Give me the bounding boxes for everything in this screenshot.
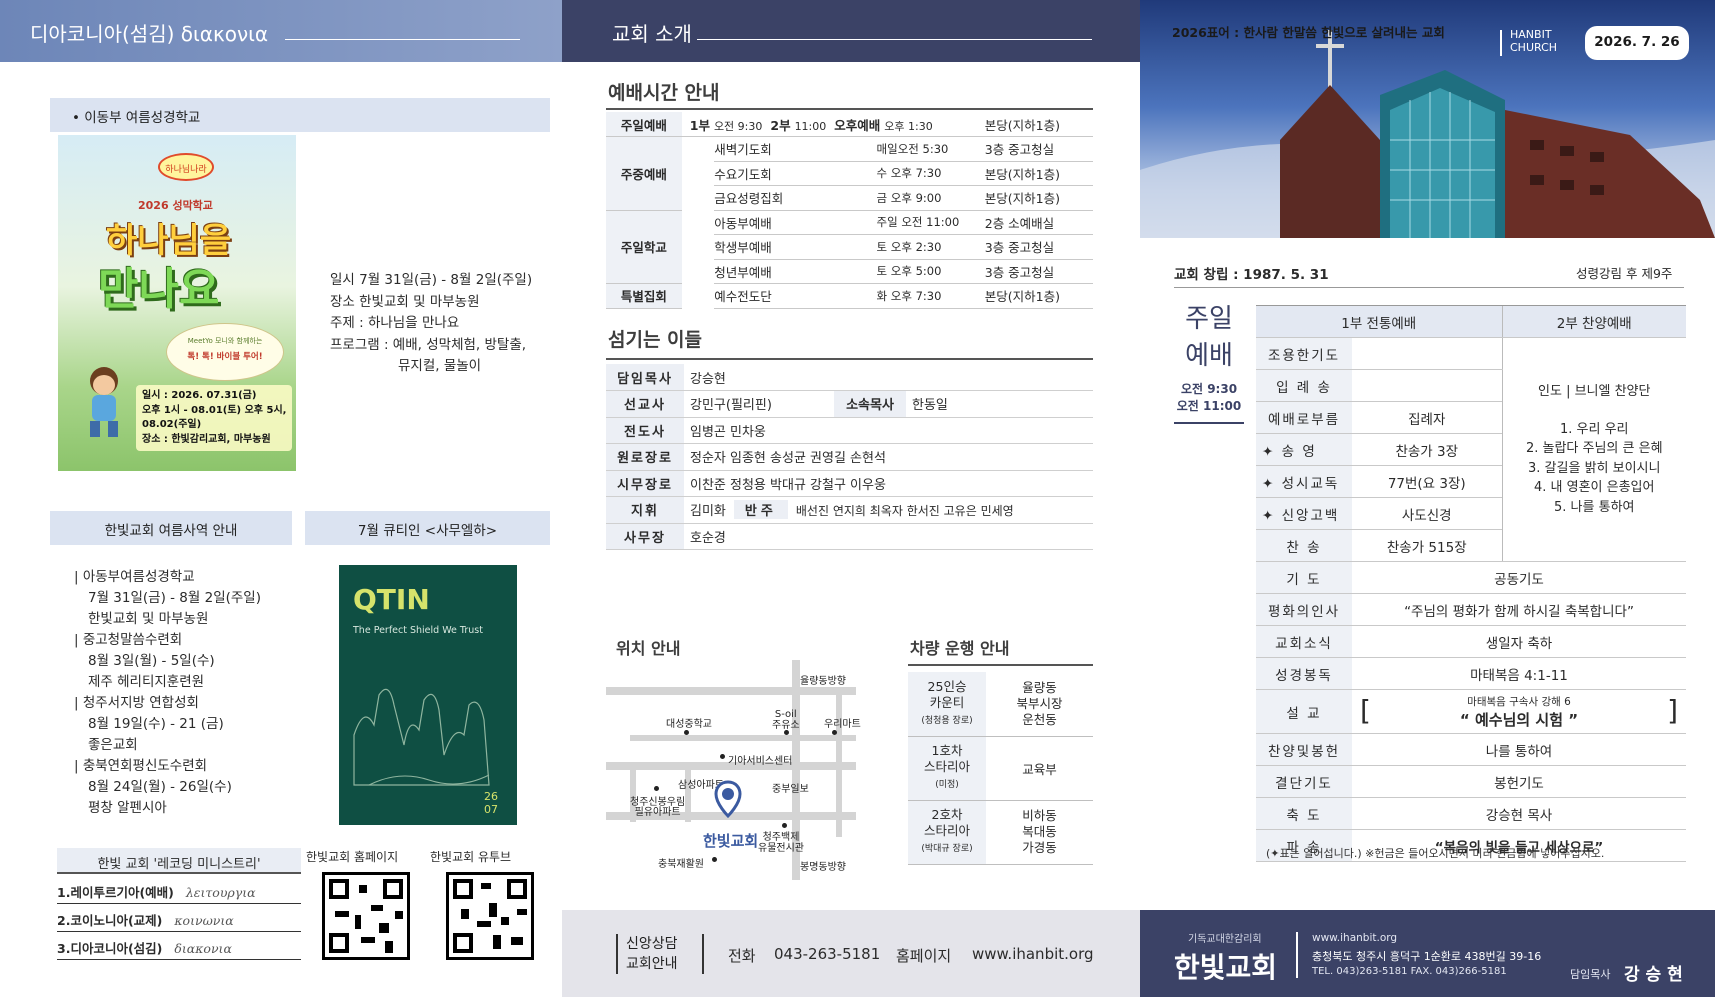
poster-badge: MeetYo 모니와 함께하는 톡! 톡! 바이블 투어! [166,323,284,381]
church-pin-icon[interactable] [714,780,742,818]
panel-bulletin: 2026표어 : 한사람 한말씀 한빛으로 살려내는 교회 HANBIT CHU… [1140,0,1715,997]
worship-times-table: 주일예배 1부 오전 9:30 2부 11:00 오후예배 오후 1:30 본당… [606,112,1093,309]
stand-icon: ✦ [1262,443,1276,460]
table-row: 결단기도 봉헌기도 [1256,765,1686,798]
liturgical-season: 성령강림 후 제9주 [1576,266,1673,281]
summer-title: 한빛교회 여름사역 안내 [50,511,292,545]
ministry-item: 2.코이노니아(교제) κοινωνια [57,904,301,932]
table-row: 1부 전통예배 2부 찬양예배 [1256,305,1686,338]
table-row: 전도사 임병곤 민차웅 [606,417,1093,444]
table-row: 지휘 김미화 반주 배선진 연지희 최옥자 한서진 고유은 민세영 [606,496,1093,524]
vehicle-title: 차량 운행 안내 [910,639,1010,658]
ministry-list: 1.레이투르기아(예배) λειτουργια 2.코이노니아(교제) κοιν… [57,876,301,960]
table-row: 1호차 스타리아 (미정) 교육부 [908,736,1093,801]
table-row: 25인승 카운티 (청청용 장로) 율량동 북부시장 운천동 [908,672,1093,737]
panel1-title: 디아코니아(섬김) διακονια [30,22,269,46]
qt-subtitle: The Perfect Shield We Trust [353,625,483,636]
map-church-label: 한빛교회 [703,832,759,850]
qr-home-label: 한빛교회 홈페이지 [306,850,399,864]
table-row: 설 교 [ 마태복음 구속사 강해 6 “ 예수님의 시험 ” ] [1256,689,1686,734]
qt-book-cover: QTIN The Perfect Shield We Trust 26 07 [339,565,517,825]
location-map: 율량동방향 봉명동방향 대성중학교 S-oil 주유소 우리마트 기아서비스센터 … [606,660,861,880]
table-row: 사무장 호순경 [606,523,1093,550]
church-name: 한빛교회 [1174,951,1278,984]
poster-info: 일시 : 2026. 07.31(금) 오후 1시 - 08.01(토) 오후 … [136,385,293,451]
panel2-footer: 신앙상담 교회안내 전화 043-263-5181 홈페이지 www.ihanb… [562,910,1140,997]
servers-title: 섬기는 이들 [608,329,703,351]
camp-poster: 하나님나라 2026 성막학교 하나님을 만나요 MeetYo 모니와 함께하는… [58,135,296,471]
camp-subtitle: • 이동부 여름성경학교 [50,98,550,132]
table-row: 조용한기도 인도 | 브니엘 찬양단 1. 우리 우리 2. 놀랍다 주님의 큰… [1256,337,1686,562]
bulletin-date: 2026. 7. 26 [1585,26,1689,60]
footer-web[interactable]: www.ihanbit.org [1312,932,1397,944]
praise-list: 인도 | 브니엘 찬양단 1. 우리 우리 2. 놀랍다 주님의 큰 은혜 3.… [1501,337,1686,562]
qr-home-icon[interactable] [322,872,410,960]
table-row: 성경봉독 마태복음 4:1-11 [1256,657,1686,690]
table-row: 교회소식 생일자 축하 [1256,625,1686,658]
camp-details: 일시 7월 31일(금) - 8월 2일(주일) 장소 한빛교회 및 마부농원 … [330,272,533,374]
homepage-label: 홈페이지 [896,947,952,965]
table-row: 선교사 강민구(필리핀) 소속목사 한동일 [606,390,1093,418]
church-photo: 2026표어 : 한사람 한말씀 한빛으로 살려내는 교회 HANBIT CHU… [1140,0,1715,238]
table-row: 2호차 스타리아 (박대규 장로) 비하동 복대동 가경동 [908,800,1093,865]
order-of-service-table: 1부 전통예배 2부 찬양예배 조용한기도 인도 | 브니엘 찬양단 1. 우리… [1256,305,1686,862]
qt-rock-illustration [353,688,490,786]
pastor-label: 담임목사 [1570,968,1611,981]
ministry-item: 3.디아코니아(섬김) διακονια [57,932,301,960]
sermon-cell: [ 마태복음 구속사 강해 6 “ 예수님의 시험 ” ] [1352,689,1686,734]
panel1-header: 디아코니아(섬김) διακονια [0,0,562,62]
table-row: 원로장로 정순자 임종현 송성균 권영길 손현석 [606,443,1093,471]
ministry-title: 한빛 교회 '레코딩 미니스트리' [57,848,301,874]
poster-subtitle: 2026 성막학교 [138,199,213,212]
qt-title: 7월 큐티인 <사무엘하> [305,511,550,545]
table-row: 담임목사 강승현 [606,364,1093,391]
panel2-header: 교회 소개 [562,0,1140,62]
panel2-title: 교회 소개 [612,22,692,46]
table-row: 평화의인사 “주님의 평화가 함께 하시길 축복합니다” [1256,593,1686,626]
phone-number[interactable]: 043-263-5181 [774,945,880,963]
table-row: 시무장로 이찬준 정청용 박대규 강철구 이우웅 [606,470,1093,497]
table-row: 특별집회 예수전도단 화 오후 7:30 본당(지하1층) [606,283,1093,309]
footer-address: 충청북도 청주시 흥덕구 1순환로 438번길 39-16 [1312,950,1542,963]
ministry-item: 1.레이투르기아(예배) λειτουργια [57,876,301,904]
table-row: 찬양및봉헌 나를 통하여 [1256,733,1686,766]
table-row: 주일예배 1부 오전 9:30 2부 11:00 오후예배 오후 1:30 본당… [606,112,1093,137]
table-row: 축 도 강승현 목사 [1256,797,1686,830]
phone-label: 전화 [728,947,756,965]
servers-table: 담임목사 강승현 선교사 강민구(필리핀) 소속목사 한동일 전도사 임병곤 민차웅 원로… [606,364,1093,550]
pastor-name: 강 승 현 [1624,965,1683,985]
counsel-label: 신앙상담 교회안내 [626,936,678,972]
qr-youtube-label: 한빛교회 유투브 [430,850,512,864]
worship-times-title: 예배시간 안내 [608,82,720,104]
poster-kid-icon [82,367,126,439]
stand-icon: ✦ [1262,475,1276,492]
homepage-link[interactable]: www.ihanbit.org [972,945,1094,963]
panel3-footer: 기독교대한감리회 한빛교회 www.ihanbit.org 충청북도 청주시 흥… [1140,910,1715,997]
brand-mark: HANBIT CHURCH [1510,28,1558,54]
qt-issue: 26 07 [484,790,498,816]
founded-date: 교회 창립 : 1987. 5. 31 [1174,267,1329,283]
denomination: 기독교대한감리회 [1188,934,1262,945]
sunday-worship-side: 주일 예배 오전 9:30 오전 11:00 [1174,298,1244,424]
year-motto: 2026표어 : 한사람 한말씀 한빛으로 살려내는 교회 [1172,25,1445,40]
service-note: (✦표는 일어섭니다.) ※헌금은 들어오시면서 미리 헌금함에 넣어주십시오. [1266,847,1605,860]
panel-diakonia: 디아코니아(섬김) διακονια • 이동부 여름성경학교 하나님나라 20… [0,0,562,997]
table-row: 주중예배 새벽기도회 매일오전 5:30 3층 중고청실 [606,136,1093,211]
poster-bubble: 하나님나라 [158,153,214,181]
summer-list: | 아동부여름성경학교 7월 31일(금) - 8월 2일(주일) 한빛교회 및… [74,569,261,816]
table-row: 기 도 공동기도 [1256,561,1686,594]
map-title: 위치 안내 [616,639,681,658]
table-row: 주일학교 아동부예배 주일 오전 11:00 2층 소예배실 [606,210,1093,284]
poster-title-2: 만나요 [98,264,220,315]
stand-icon: ✦ [1262,507,1276,524]
panel-church-intro: 교회 소개 예배시간 안내 주일예배 1부 오전 9:30 2부 11:00 오… [562,0,1140,997]
qr-youtube-icon[interactable] [446,872,534,960]
qt-logo: QTIN [353,583,430,616]
footer-tel: TEL. 043)263-5181 FAX. 043)266-5181 [1312,966,1507,977]
vehicle-table: 25인승 카운티 (청청용 장로) 율량동 북부시장 운천동 1호차 스타리아 (미정) 교… [908,672,1093,865]
